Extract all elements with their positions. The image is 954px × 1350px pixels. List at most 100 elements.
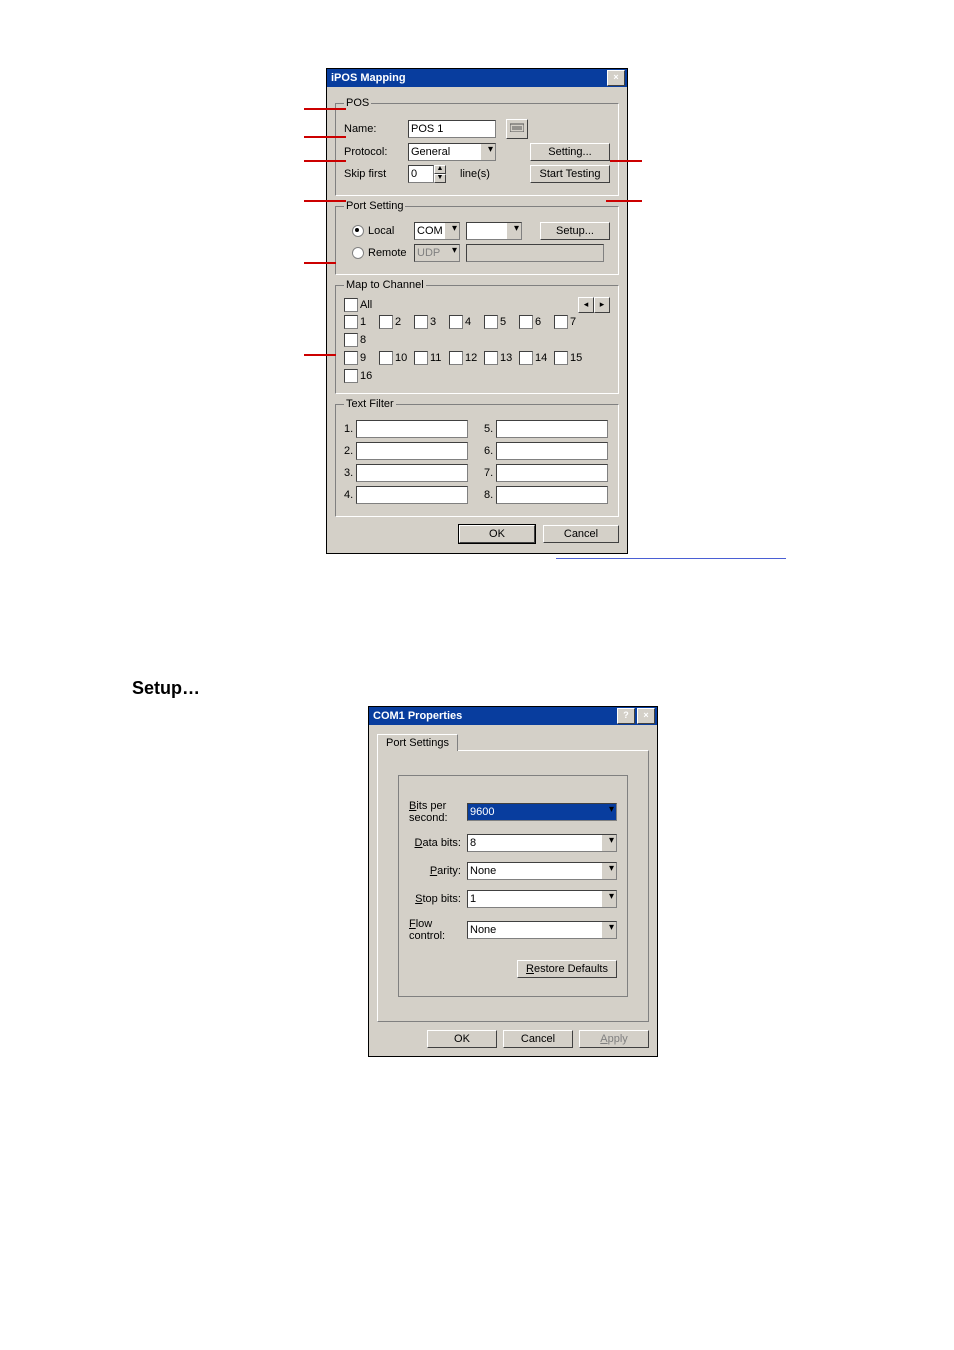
ch-checkbox[interactable] [554,315,568,329]
stop-bits-select[interactable] [467,890,617,908]
scroll-right-icon[interactable]: ▸ [594,297,610,313]
filter-num: 4. [344,489,356,501]
stop-bits-label: Stop bits: [415,893,461,905]
skip-spinner[interactable]: ▲▼ [408,165,446,183]
ch-checkbox[interactable] [344,351,358,365]
callout-line [304,262,336,264]
flow-control-label: Flow control: [409,918,461,942]
skip-unit: line(s) [460,168,490,180]
ch-checkbox[interactable] [519,315,533,329]
cancel-button[interactable]: Cancel [503,1030,573,1048]
callout-line [610,160,642,162]
ch-label: 5 [500,316,506,328]
channel-row-2: 9 10 11 12 13 14 15 16 [344,349,610,385]
skip-label: Skip first [344,168,408,180]
window-title: COM1 Properties [373,710,462,722]
window-title: iPOS Mapping [331,72,406,84]
filter-input-7[interactable] [496,464,608,482]
ch-checkbox[interactable] [344,315,358,329]
filter-num: 2. [344,445,356,457]
ch-checkbox[interactable] [414,351,428,365]
local-port-select[interactable] [466,222,522,240]
map-channel-legend: Map to Channel [344,279,426,291]
ch-label: 2 [395,316,401,328]
filter-input-4[interactable] [356,486,468,504]
parity-label: Parity: [430,865,461,877]
pos-group: POS Name: Protocol: Setting... Skip firs… [335,97,619,196]
all-label: All [360,299,372,311]
start-testing-button[interactable]: Start Testing [530,165,610,183]
parity-select[interactable] [467,862,617,880]
ok-button[interactable]: OK [427,1030,497,1048]
ch-checkbox[interactable] [554,351,568,365]
title-bar: iPOS Mapping × [327,69,627,87]
filter-num: 8. [484,489,496,501]
ok-button[interactable]: OK [459,525,535,543]
ch-label: 11 [430,352,441,364]
protocol-select[interactable] [408,143,496,161]
ch-checkbox[interactable] [484,315,498,329]
ch-checkbox[interactable] [449,315,463,329]
local-proto-select[interactable] [414,222,460,240]
filter-input-1[interactable] [356,420,468,438]
filter-num: 5. [484,423,496,435]
chevron-up-icon[interactable]: ▲ [434,165,446,174]
ch-checkbox[interactable] [379,351,393,365]
filter-num: 3. [344,467,356,479]
ch-checkbox[interactable] [344,369,358,383]
channel-row-1: 1 2 3 4 5 6 7 8 [344,313,610,349]
ch-label: 8 [360,334,366,346]
map-channel-group: Map to Channel All ◂▸ 1 2 3 4 5 6 7 8 9 … [335,279,619,394]
ch-label: 13 [500,352,512,364]
ch-checkbox[interactable] [484,351,498,365]
filter-input-6[interactable] [496,442,608,460]
ch-label: 16 [360,370,372,382]
section-heading: Setup… [132,678,200,699]
text-filter-group: Text Filter 1. 2. 3. 4. 5. 6. 7. 8. [335,398,619,517]
help-icon[interactable]: ? [617,708,635,724]
keyboard-button[interactable] [506,119,528,139]
ch-checkbox[interactable] [414,315,428,329]
ch-checkbox[interactable] [379,315,393,329]
bits-select[interactable] [467,803,617,821]
setting-button[interactable]: Setting... [530,143,610,161]
close-icon[interactable]: × [637,708,655,724]
filter-num: 1. [344,423,356,435]
ch-label: 6 [535,316,541,328]
channel-scroll[interactable]: ◂▸ [578,297,610,313]
close-icon[interactable]: × [607,70,625,86]
setup-button[interactable]: Setup... [540,222,610,240]
local-radio[interactable] [352,225,364,237]
ch-label: 12 [465,352,477,364]
all-checkbox[interactable] [344,298,358,312]
name-input[interactable] [408,120,496,138]
ch-label: 7 [570,316,576,328]
cancel-button[interactable]: Cancel [543,525,619,543]
callout-line [304,108,346,110]
remote-address-input [466,244,604,262]
pos-legend: POS [344,97,371,109]
title-bar: COM1 Properties ? × [369,707,657,725]
data-bits-label: Data bits: [415,837,461,849]
filter-input-3[interactable] [356,464,468,482]
callout-line [304,160,346,162]
scroll-left-icon[interactable]: ◂ [578,297,594,313]
ch-checkbox[interactable] [519,351,533,365]
filter-input-8[interactable] [496,486,608,504]
data-bits-select[interactable] [467,834,617,852]
skip-value[interactable] [408,165,434,183]
remote-radio[interactable] [352,247,364,259]
ch-checkbox[interactable] [449,351,463,365]
ipos-mapping-dialog: iPOS Mapping × POS Name: Protocol: Setti… [326,68,628,554]
callout-line [304,136,346,138]
flow-control-select[interactable] [467,921,617,939]
filter-num: 7. [484,467,496,479]
local-label: Local [368,225,414,237]
tab-port-settings[interactable]: Port Settings [377,734,458,751]
filter-input-5[interactable] [496,420,608,438]
restore-defaults-button[interactable]: RRestore Defaultsestore Defaults [517,960,617,978]
filter-num: 6. [484,445,496,457]
filter-input-2[interactable] [356,442,468,460]
ch-checkbox[interactable] [344,333,358,347]
chevron-down-icon[interactable]: ▼ [434,174,446,183]
